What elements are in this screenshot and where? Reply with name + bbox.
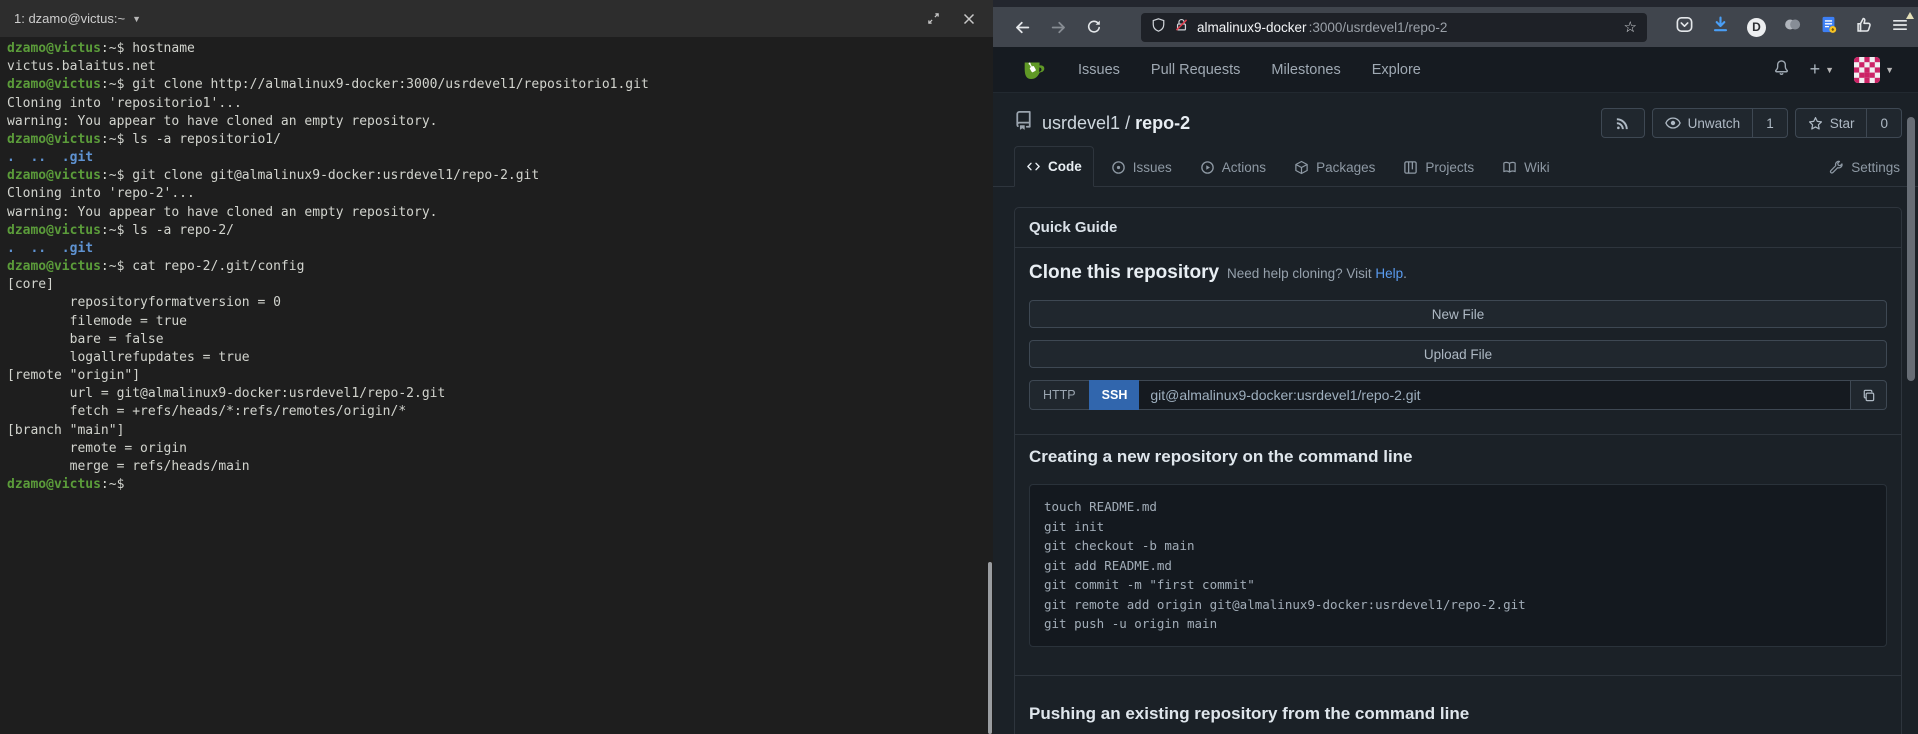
repo-icon	[1014, 111, 1033, 135]
tab-code[interactable]: Code	[1014, 146, 1094, 187]
stars-count[interactable]: 0	[1866, 109, 1901, 137]
create-new-menu[interactable]: + ▼	[1810, 59, 1834, 80]
extension-toolbar: D	[1675, 15, 1909, 39]
repo-content: Quick Guide Clone this repository Need h…	[993, 187, 1918, 734]
copy-url-button[interactable]	[1851, 380, 1887, 410]
chevron-down-icon[interactable]: ▼	[132, 14, 141, 24]
rss-feed-button[interactable]	[1601, 108, 1645, 138]
repo-tabs: Code Issues Actions Packages Projects	[993, 146, 1918, 187]
upload-file-button[interactable]: Upload File	[1029, 340, 1887, 368]
page-scrollbar[interactable]	[1907, 117, 1915, 381]
clone-help-text: Need help cloning? Visit Help.	[1227, 266, 1407, 281]
nav-link-milestones[interactable]: Milestones	[1271, 62, 1340, 78]
help-link[interactable]: Help	[1375, 266, 1403, 281]
close-window-icon[interactable]	[963, 13, 975, 25]
http-toggle-button[interactable]: HTTP	[1029, 380, 1089, 410]
tab-issues[interactable]: Issues	[1100, 148, 1183, 186]
terminal-tab-title[interactable]: 1: dzamo@victus:~	[14, 11, 125, 26]
ddg-extension-icon[interactable]: D	[1747, 18, 1766, 37]
desktop: 1: dzamo@victus:~ ▼ dzamo@victus:~$ host…	[0, 0, 1918, 734]
nav-link-pull-requests[interactable]: Pull Requests	[1151, 62, 1240, 78]
forward-icon[interactable]	[1045, 14, 1071, 40]
back-icon[interactable]	[1009, 14, 1035, 40]
unwatch-button[interactable]: Unwatch	[1653, 109, 1753, 137]
gitea-page: Issues Pull Requests Milestones Explore …	[993, 47, 1918, 734]
plus-icon: +	[1810, 59, 1821, 80]
extensions-puzzle-icon[interactable]	[1855, 15, 1874, 39]
create-repo-code-block: touch README.md git init git checkout -b…	[1029, 484, 1887, 647]
browser-window-edge	[993, 0, 1918, 7]
nav-link-explore[interactable]: Explore	[1372, 62, 1421, 78]
menu-hamburger-icon[interactable]	[1891, 16, 1909, 39]
gray-extension-icon[interactable]	[1783, 15, 1802, 39]
tab-wiki[interactable]: Wiki	[1491, 148, 1561, 186]
shield-icon[interactable]	[1151, 17, 1166, 38]
browser-window: almalinux9-docker :3000/usrdevel1/repo-2…	[993, 0, 1918, 734]
browser-toolbar: almalinux9-docker :3000/usrdevel1/repo-2…	[993, 7, 1918, 47]
star-button-group: Star 0	[1795, 108, 1902, 138]
pocket-icon[interactable]	[1675, 15, 1694, 39]
clone-url-row: HTTP SSH	[1029, 380, 1887, 410]
tab-settings[interactable]: Settings	[1827, 148, 1902, 186]
push-repo-heading: Pushing an existing repository from the …	[1029, 704, 1887, 724]
clone-section: Clone this repository Need help cloning?…	[1015, 248, 1901, 434]
ssh-toggle-button[interactable]: SSH	[1089, 380, 1140, 410]
chevron-down-icon: ▼	[1825, 65, 1834, 75]
gitea-logo-icon[interactable]	[1020, 54, 1047, 86]
create-repo-heading: Creating a new repository on the command…	[1029, 447, 1887, 467]
star-button[interactable]: Star	[1796, 109, 1867, 137]
repo-owner-link[interactable]: usrdevel1	[1042, 113, 1120, 133]
terminal-scrollbar[interactable]	[988, 562, 992, 734]
reload-icon[interactable]	[1081, 14, 1107, 40]
create-repo-section: Creating a new repository on the command…	[1015, 434, 1901, 675]
downloads-icon[interactable]	[1711, 15, 1730, 39]
update-badge-icon	[1906, 12, 1914, 19]
watch-button-group: Unwatch 1	[1652, 108, 1788, 138]
terminal-output[interactable]: dzamo@victus:~$ hostnamevictus.balaitus.…	[0, 37, 993, 494]
tab-packages[interactable]: Packages	[1283, 148, 1386, 186]
clone-heading: Clone this repository	[1029, 262, 1219, 284]
avatar	[1854, 57, 1880, 83]
insecure-lock-icon[interactable]	[1174, 17, 1189, 38]
gitea-navbar: Issues Pull Requests Milestones Explore …	[993, 47, 1918, 93]
notifications-bell-icon[interactable]	[1773, 59, 1790, 81]
tab-actions[interactable]: Actions	[1189, 148, 1277, 186]
repo-title: usrdevel1 / repo-2	[1042, 113, 1190, 134]
tab-projects[interactable]: Projects	[1392, 148, 1485, 186]
chevron-down-icon: ▼	[1885, 65, 1894, 75]
repo-header: usrdevel1 / repo-2 Unwatch 1	[993, 100, 1918, 146]
document-extension-icon[interactable]	[1819, 15, 1838, 39]
url-bar[interactable]: almalinux9-docker :3000/usrdevel1/repo-2…	[1141, 13, 1647, 42]
quick-guide-box: Quick Guide Clone this repository Need h…	[1014, 207, 1902, 734]
terminal-window: 1: dzamo@victus:~ ▼ dzamo@victus:~$ host…	[0, 0, 993, 734]
url-path: :3000/usrdevel1/repo-2	[1309, 20, 1448, 35]
nav-link-issues[interactable]: Issues	[1078, 62, 1120, 78]
quick-guide-title: Quick Guide	[1015, 208, 1901, 248]
terminal-titlebar: 1: dzamo@victus:~ ▼	[0, 0, 993, 37]
repo-name-link[interactable]: repo-2	[1135, 113, 1190, 133]
user-menu[interactable]: ▼	[1854, 57, 1894, 83]
new-file-button[interactable]: New File	[1029, 300, 1887, 328]
repo-title-separator: /	[1125, 113, 1130, 133]
push-repo-section: Pushing an existing repository from the …	[1015, 675, 1901, 734]
watchers-count[interactable]: 1	[1752, 109, 1787, 137]
restore-window-icon[interactable]	[927, 12, 940, 25]
create-repo-commands[interactable]: touch README.md git init git checkout -b…	[1044, 497, 1872, 634]
url-host: almalinux9-docker	[1197, 20, 1307, 35]
bookmark-star-icon[interactable]: ☆	[1624, 18, 1637, 36]
clone-url-input[interactable]	[1139, 380, 1851, 410]
